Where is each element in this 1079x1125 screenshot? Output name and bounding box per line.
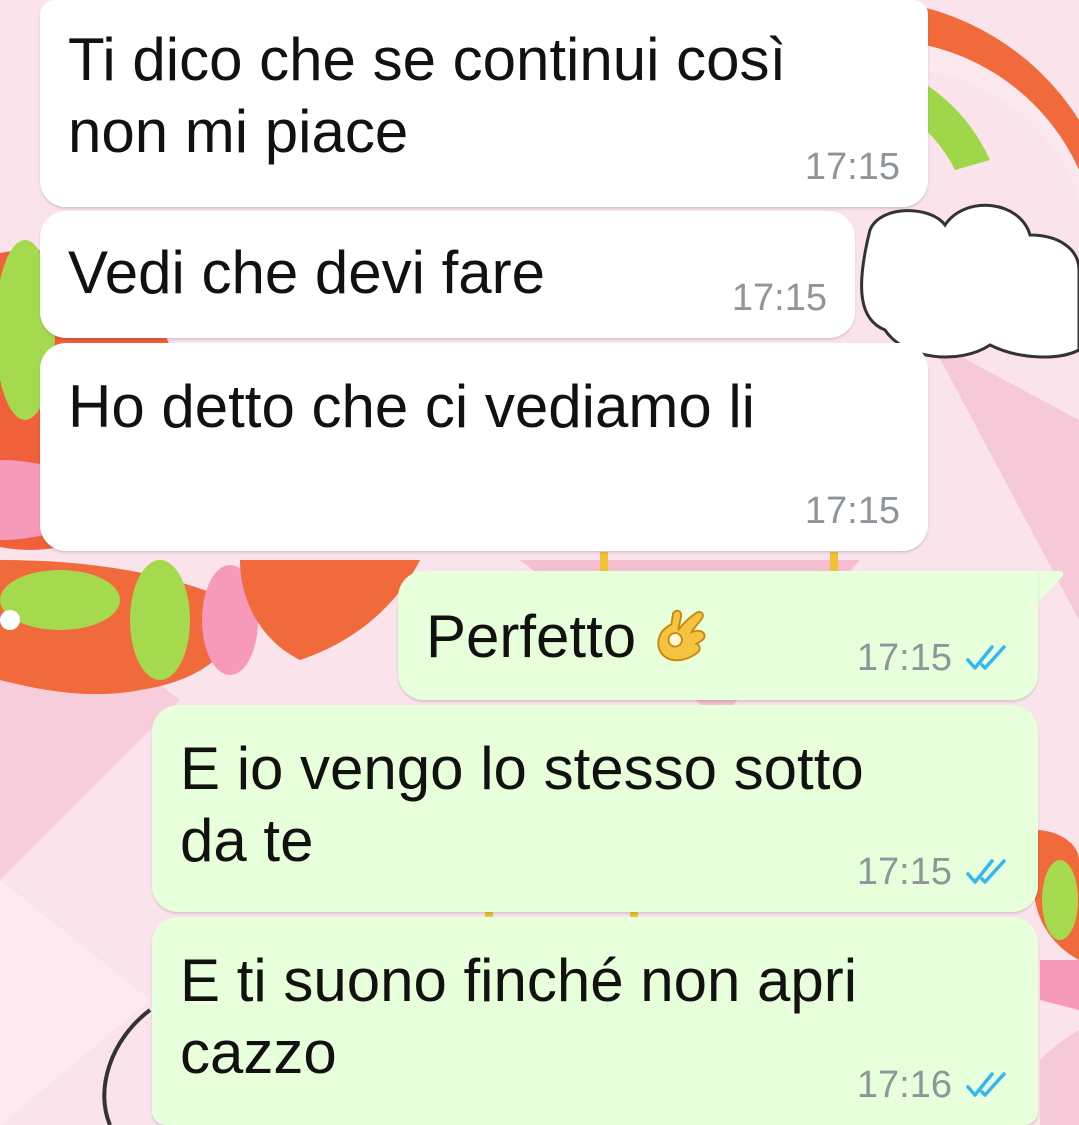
message-meta: 17:15 (857, 852, 1012, 892)
incoming-message-bubble[interactable]: Vedi che devi fare 17:15 (40, 211, 855, 338)
message-timestamp: 17:15 (856, 851, 952, 893)
message-text: Ti dico che se continui così non mi piac… (68, 26, 787, 165)
message-text: Perfetto (426, 603, 637, 670)
outgoing-message-bubble[interactable]: Perfetto 17:15 (398, 571, 1038, 700)
read-double-check-icon (966, 859, 1006, 884)
message-meta: 17:16 (857, 1065, 1012, 1105)
ok-hand-emoji (657, 609, 706, 662)
incoming-message-bubble[interactable]: Ti dico che se continui così non mi piac… (40, 0, 928, 207)
message-meta: 17:15 (732, 278, 827, 318)
message-text: Ho detto che ci vediamo li (68, 373, 756, 440)
message-meta: 17:15 (857, 638, 1012, 678)
message-meta: 17:15 (805, 147, 900, 187)
read-double-check-icon (966, 645, 1006, 670)
message-timestamp: 17:15 (804, 146, 900, 188)
read-double-check-icon (966, 1072, 1006, 1097)
message-timestamp: 17:15 (804, 490, 900, 532)
outgoing-message-bubble[interactable]: E io vengo lo stesso sotto da te 17:15 (152, 705, 1038, 912)
message-timestamp: 17:15 (856, 637, 952, 679)
incoming-message-bubble[interactable]: Ho detto che ci vediamo li 17:15 (40, 343, 928, 551)
message-text: Vedi che devi fare (68, 239, 545, 306)
message-timestamp: 17:16 (856, 1064, 952, 1106)
message-timestamp: 17:15 (731, 277, 827, 319)
outgoing-message-bubble[interactable]: E ti suono finché non apri cazzo 17:16 (152, 917, 1038, 1125)
message-meta: 17:15 (805, 491, 900, 531)
